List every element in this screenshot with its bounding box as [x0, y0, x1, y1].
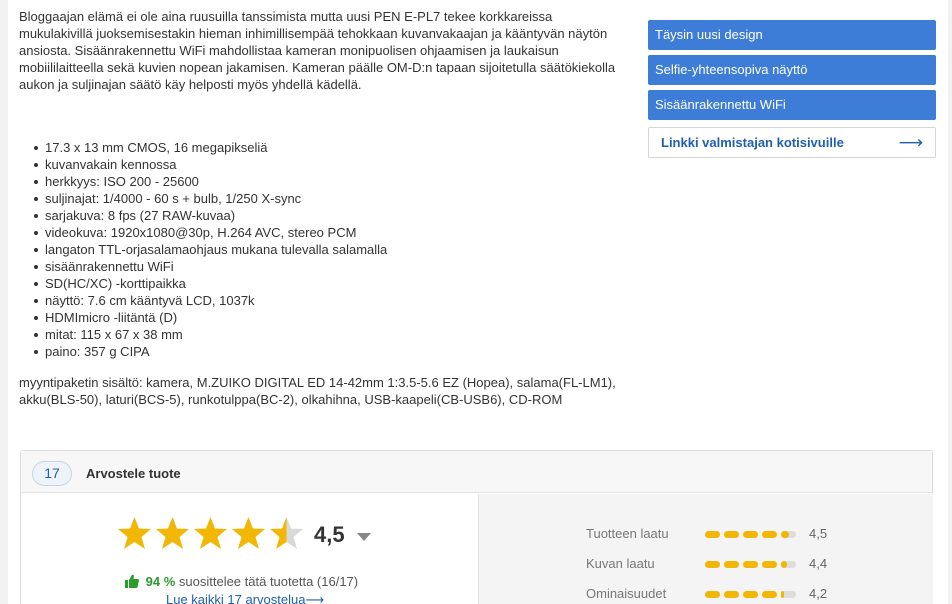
metric-features: Ominaisuudet 4,2 [586, 586, 827, 601]
rating-segment [743, 561, 758, 568]
rating-segment-fill [705, 591, 720, 598]
star-icon [156, 517, 189, 549]
metric-value: 4,5 [809, 526, 828, 541]
feature-button-selfie-display[interactable]: Selfie-yhteensopiva näyttö [648, 55, 936, 85]
rating-segment-fill [762, 561, 777, 568]
metric-image-quality: Kuvan laatu 4,4 [586, 556, 827, 571]
spec-item: 17.3 x 13 mm CMOS, 16 megapikseliä [19, 139, 619, 156]
read-all-reviews-label: Lue kaikki 17 arvostelua [166, 592, 306, 604]
rating-segment-fill [724, 531, 739, 538]
rating-segment [705, 591, 720, 598]
spec-item: kuvanvakain kennossa [19, 156, 619, 173]
reviews-header[interactable]: 17 Arvostele tuote [21, 451, 932, 493]
rating-summary: 4,5 94 % suosittelee tätä tuotetta (16/1… [21, 494, 478, 604]
rating-segment-fill [724, 591, 739, 598]
caret-down-icon[interactable] [357, 533, 371, 541]
rating-bar [705, 531, 800, 538]
rating-segment-fill [781, 591, 784, 598]
product-description: Bloggaajan elämä ei ole aina ruusuilla t… [19, 9, 616, 92]
manufacturer-link[interactable]: Linkki valmistajan kotisivuille ⟶ [648, 127, 936, 158]
spec-item: herkkyys: ISO 200 - 25600 [19, 173, 619, 190]
rating-segment-fill [762, 531, 777, 538]
rating-segment [781, 531, 796, 538]
rating-segment [724, 531, 739, 538]
metric-label: Tuotteen laatu [586, 526, 669, 541]
manufacturer-link-label: Linkki valmistajan kotisivuille [661, 135, 844, 150]
reviews-title: Arvostele tuote [86, 466, 181, 481]
metric-value: 4,2 [809, 586, 828, 601]
rating-segment [743, 591, 758, 598]
thumbs-up-icon [125, 574, 139, 588]
recommend-text: suosittelee tätä tuotetta (16/17) [178, 574, 359, 589]
rating-segment-fill [781, 531, 789, 538]
reviews-panel: 17 Arvostele tuote 4,5 94 % suosittelee … [20, 450, 933, 604]
recommendation-line: 94 % suosittelee tätä tuotetta (16/17) [125, 574, 358, 589]
recommend-percentage: 94 % [145, 574, 176, 589]
rating-bar [705, 561, 800, 568]
average-score: 4,5 [314, 522, 345, 547]
rating-bar [705, 591, 800, 598]
rating-segment [705, 561, 720, 568]
read-all-reviews-link[interactable]: Lue kaikki 17 arvostelua⟶ [166, 592, 324, 604]
feature-button-wifi[interactable]: Sisäänrakennettu WiFi [648, 90, 936, 120]
star-rating [117, 516, 307, 552]
spec-item: näyttö: 7.6 cm kääntyvä LCD, 1037k [19, 292, 619, 309]
spec-item: sarjakuva: 8 fps (27 RAW-kuvaa) [19, 207, 619, 224]
arrow-right-icon: ⟶ [305, 592, 325, 604]
rating-segment [762, 531, 777, 538]
rating-segment [781, 591, 796, 598]
rating-segment-fill [762, 591, 777, 598]
review-count-badge: 17 [32, 461, 72, 486]
rating-segment-fill [743, 561, 758, 568]
spec-item: sisäänrakennettu WiFi [19, 258, 619, 275]
spec-item: videokuva: 1920x1080@30p, H.264 AVC, ste… [19, 224, 619, 241]
arrow-right-icon: ⟶ [898, 133, 923, 152]
metric-label: Ominaisuudet [586, 586, 667, 601]
spec-list: 17.3 x 13 mm CMOS, 16 megapikseliä kuvan… [19, 139, 619, 360]
package-contents: myyntipaketin sisältö: kamera, M.ZUIKO D… [19, 375, 616, 407]
rating-segment-fill [781, 561, 787, 568]
feature-button-design[interactable]: Täysin uusi design [648, 20, 936, 50]
spec-item: paino: 357 g CIPA [19, 343, 619, 360]
metric-label: Kuvan laatu [586, 556, 655, 571]
rating-segment [781, 561, 796, 568]
feature-sidebar: Täysin uusi design Selfie-yhteensopiva n… [648, 20, 936, 158]
spec-item: HDMImicro -liitäntä (D) [19, 309, 619, 326]
spec-item: mitat: 115 x 67 x 38 mm [19, 326, 619, 343]
rating-segment [762, 591, 777, 598]
rating-segment [724, 591, 739, 598]
rating-segment [762, 561, 777, 568]
metric-value: 4,4 [809, 556, 828, 571]
star-icon [118, 517, 151, 549]
rating-breakdown: Tuotteen laatu 4,5 Kuvan laatu 4,4 Omina… [478, 494, 933, 604]
rating-segment [743, 531, 758, 538]
rating-segment-fill [705, 531, 720, 538]
rating-segment-fill [743, 531, 758, 538]
spec-item: suljinajat: 1/4000 - 60 s + bulb, 1/250 … [19, 190, 619, 207]
rating-segment-fill [705, 561, 720, 568]
rating-segment-fill [743, 591, 758, 598]
rating-segment [705, 531, 720, 538]
spec-item: langaton TTL-orjasalamaohjaus mukana tul… [19, 241, 619, 258]
star-icon [194, 517, 227, 549]
star-icon [270, 517, 303, 549]
spec-item: SD(HC/XC) -korttipaikka [19, 275, 619, 292]
metric-product-quality: Tuotteen laatu 4,5 [586, 526, 827, 541]
product-page: Bloggaajan elämä ei ole aina ruusuilla t… [8, 0, 948, 604]
rating-segment-fill [724, 561, 739, 568]
rating-segment [724, 561, 739, 568]
star-icon [232, 517, 265, 549]
